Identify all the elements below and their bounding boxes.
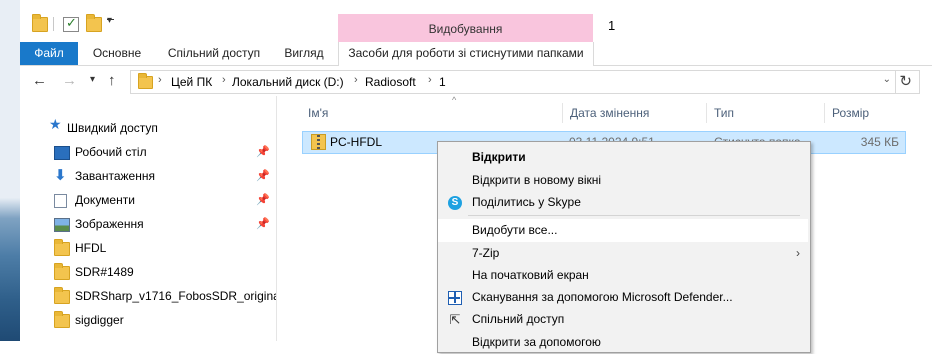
breadcrumb-current[interactable]: 1 xyxy=(439,75,446,89)
window-title: 1 xyxy=(608,18,616,33)
tab-compressed-folder-tools[interactable]: Засоби для роботи зі стиснутими папками xyxy=(338,42,594,66)
contextual-tab-group-label: Видобування xyxy=(428,22,503,36)
column-header-size[interactable]: Розмір xyxy=(832,101,869,125)
tab-file[interactable]: Файл xyxy=(20,42,78,65)
breadcrumb-local-disk[interactable]: Локальний диск (D:) xyxy=(232,75,344,89)
column-divider[interactable] xyxy=(824,103,825,123)
recent-locations-icon[interactable]: ▾ xyxy=(90,74,95,85)
nav-item-label: Робочий стіл xyxy=(75,145,147,159)
menu-item-pin-start[interactable]: На початковий екран xyxy=(438,264,808,287)
column-header-name[interactable]: Ім'я xyxy=(308,101,328,125)
column-header-date[interactable]: Дата змінення xyxy=(570,101,649,125)
nav-item-label: Документи xyxy=(75,193,135,207)
navigation-bar: ← → ▾ ↑ › Цей ПК › Локальний диск (D:) ›… xyxy=(20,66,932,96)
sort-ascending-icon: ^ xyxy=(452,95,457,105)
chevron-right-icon[interactable]: › xyxy=(158,74,162,86)
breadcrumb-this-pc[interactable]: Цей ПК xyxy=(171,75,212,89)
breadcrumb-radiosoft[interactable]: Radiosoft xyxy=(365,75,416,89)
desktop-background xyxy=(0,0,20,341)
nav-item-label: SDRSharp_v1716_FobosSDR_original_ xyxy=(75,289,290,303)
menu-item-extract-all[interactable]: Видобути все... xyxy=(438,219,808,242)
folder-icon xyxy=(54,287,70,304)
zip-folder-icon xyxy=(311,134,326,150)
chevron-right-icon[interactable]: › xyxy=(428,74,432,86)
file-size: 345 КБ xyxy=(860,135,899,149)
ribbon-tabs: Файл Основне Спільний доступ Вигляд Засо… xyxy=(20,42,932,66)
refresh-icon[interactable]: ↻ xyxy=(899,72,912,90)
star-icon: ★ xyxy=(49,116,62,132)
pictures-icon xyxy=(54,218,70,232)
chevron-right-icon[interactable]: › xyxy=(354,74,358,86)
column-header-type[interactable]: Тип xyxy=(714,101,734,125)
file-name: PC-HFDL xyxy=(330,135,383,149)
folder-icon xyxy=(54,263,70,280)
address-history-dropdown-icon[interactable]: ⌄ xyxy=(883,74,891,85)
desktop-icon xyxy=(54,146,70,160)
document-icon xyxy=(54,194,67,208)
nav-item-label: SDR#1489 xyxy=(75,265,134,279)
nav-item-label: HFDL xyxy=(75,241,107,255)
menu-separator xyxy=(468,215,800,216)
quick-access-dropdown-icon[interactable]: ▾ xyxy=(107,15,115,26)
address-divider xyxy=(895,71,896,93)
new-folder-icon[interactable] xyxy=(86,14,102,32)
pin-icon[interactable]: 📌 xyxy=(256,189,270,211)
menu-item-share-skype[interactable]: S Поділитись у Skype xyxy=(438,191,808,214)
context-menu: Відкрити Відкрити в новому вікні S Поділ… xyxy=(437,141,811,353)
up-icon[interactable]: ↑ xyxy=(108,72,116,89)
download-arrow-icon: ⬇ xyxy=(54,167,67,184)
skype-icon: S xyxy=(448,196,462,210)
menu-item-share[interactable]: ⇱ Спільний доступ xyxy=(438,308,808,331)
address-bar[interactable]: › Цей ПК › Локальний диск (D:) › Radioso… xyxy=(130,70,920,94)
pin-icon[interactable]: 📌 xyxy=(256,141,270,163)
defender-shield-icon xyxy=(448,291,462,305)
back-icon[interactable]: ← xyxy=(32,72,47,89)
menu-item-open[interactable]: Відкрити xyxy=(438,146,808,169)
toolbar-divider xyxy=(53,17,54,31)
pin-icon[interactable]: 📌 xyxy=(256,213,270,235)
nav-item-label: Зображення xyxy=(75,217,144,231)
contextual-tab-group: Видобування xyxy=(338,14,593,42)
tab-home[interactable]: Основне xyxy=(82,42,152,65)
title-bar: ▾ Видобування 1 xyxy=(20,0,932,42)
forward-icon[interactable]: → xyxy=(62,72,77,89)
menu-item-open-new-window[interactable]: Відкрити в новому вікні xyxy=(438,169,808,192)
menu-item-defender-scan[interactable]: Сканування за допомогою Microsoft Defend… xyxy=(438,286,808,309)
navigation-pane: ★ Швидкий доступ Робочий стіл 📌 ⬇ Завант… xyxy=(20,96,289,341)
chevron-right-icon: › xyxy=(796,246,800,260)
folder-icon xyxy=(54,239,70,256)
nav-item-label: Завантаження xyxy=(75,169,155,183)
properties-icon[interactable] xyxy=(63,15,79,32)
share-icon: ⇱ xyxy=(449,312,461,327)
pin-icon[interactable]: 📌 xyxy=(256,165,270,187)
column-divider[interactable] xyxy=(706,103,707,123)
column-headers: ^ Ім'я Дата змінення Тип Розмір xyxy=(304,95,904,125)
folder-icon xyxy=(138,73,153,89)
menu-item-7zip[interactable]: 7-Zip › xyxy=(438,242,808,265)
chevron-right-icon[interactable]: › xyxy=(222,74,226,86)
folder-icon xyxy=(54,311,70,328)
tab-view[interactable]: Вигляд xyxy=(276,42,332,65)
column-divider[interactable] xyxy=(562,103,563,123)
folder-icon[interactable] xyxy=(32,14,48,32)
menu-item-open-with[interactable]: Відкрити за допомогою xyxy=(438,331,808,354)
nav-item-label: Швидкий доступ xyxy=(67,121,158,135)
tab-share[interactable]: Спільний доступ xyxy=(156,42,272,65)
nav-item-label: sigdigger xyxy=(75,313,124,327)
